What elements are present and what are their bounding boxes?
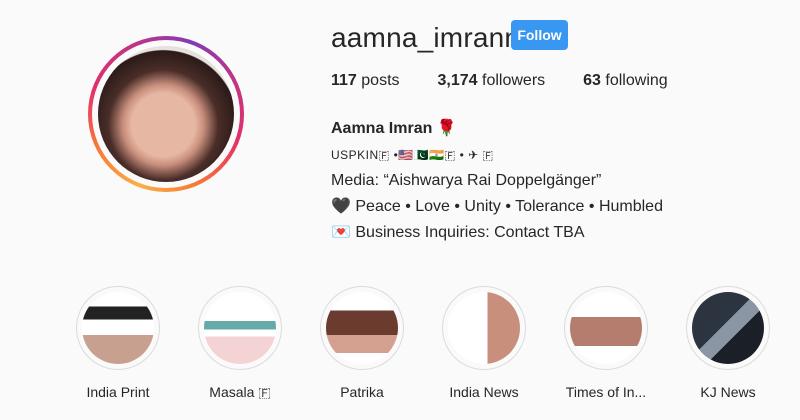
heart-icon: 🖤 (331, 198, 351, 215)
highlight-label: KJ News (700, 384, 756, 400)
profile-bio: Aamna Imran 🌹 USPKIN🇫 •🇺🇸🇵🇰🇮🇳🇫 • ✈ 🇫 Med… (331, 116, 663, 246)
highlight-cover-image (204, 292, 276, 364)
highlight-india-news[interactable]: India News (419, 286, 549, 400)
highlight-india-print[interactable]: India Print (53, 286, 183, 400)
bio-values-line: Peace • Love • Unity • Tolerance • Humbl… (355, 198, 663, 215)
bio-flags-line: USPKIN🇫 •🇺🇸🇵🇰🇮🇳🇫 • ✈ 🇫 (331, 148, 494, 162)
highlight-ring (198, 286, 282, 370)
highlight-ring (686, 286, 770, 370)
bio-business-line: Business Inquiries: Contact TBA (355, 224, 585, 241)
follow-button[interactable]: Follow (511, 20, 568, 50)
highlight-patrika[interactable]: Patrika (297, 286, 427, 400)
profile-avatar-ring[interactable] (88, 36, 244, 192)
highlight-label: Times of In... (565, 384, 647, 400)
highlight-kj-news[interactable]: KJ News (663, 286, 793, 400)
highlight-cover-image (326, 292, 398, 364)
highlight-ring (320, 286, 404, 370)
highlight-ring (76, 286, 160, 370)
bio-media-line: Media: “Aishwarya Rai Doppelgänger” (331, 172, 602, 189)
highlight-label: India News (449, 384, 519, 400)
followers-count: 3,174 (437, 72, 478, 89)
following-count: 63 (583, 72, 601, 89)
highlight-label: Patrika (340, 384, 384, 400)
following-stat[interactable]: 63 following (583, 72, 668, 90)
username: aamna_imrann (331, 22, 521, 53)
avatar-border (92, 40, 240, 188)
highlight-cover-image (570, 292, 642, 364)
posts-count: 117 (331, 72, 357, 89)
highlight-times-of-india[interactable]: Times of In... (541, 286, 671, 400)
highlight-cover-image (692, 292, 764, 364)
highlight-cover-image (82, 292, 154, 364)
highlight-label: India Print (86, 384, 150, 400)
highlight-ring (442, 286, 526, 370)
highlight-label: Masala 🇫 (209, 384, 271, 400)
rose-icon: 🌹 (436, 120, 457, 137)
full-name: Aamna Imran (331, 120, 433, 137)
followers-label: followers (482, 72, 546, 89)
followers-stat[interactable]: 3,174 followers (438, 72, 546, 90)
highlight-masala[interactable]: Masala 🇫 (175, 286, 305, 401)
avatar[interactable] (98, 46, 234, 182)
posts-label: posts (361, 72, 400, 89)
highlight-ring (564, 286, 648, 370)
highlight-cover-image (448, 292, 520, 364)
love-letter-icon: 💌 (331, 224, 351, 241)
profile-stats: 117 posts 3,174 followers 63 following (331, 72, 706, 90)
following-label: following (605, 72, 668, 89)
posts-stat: 117 posts (331, 72, 400, 90)
